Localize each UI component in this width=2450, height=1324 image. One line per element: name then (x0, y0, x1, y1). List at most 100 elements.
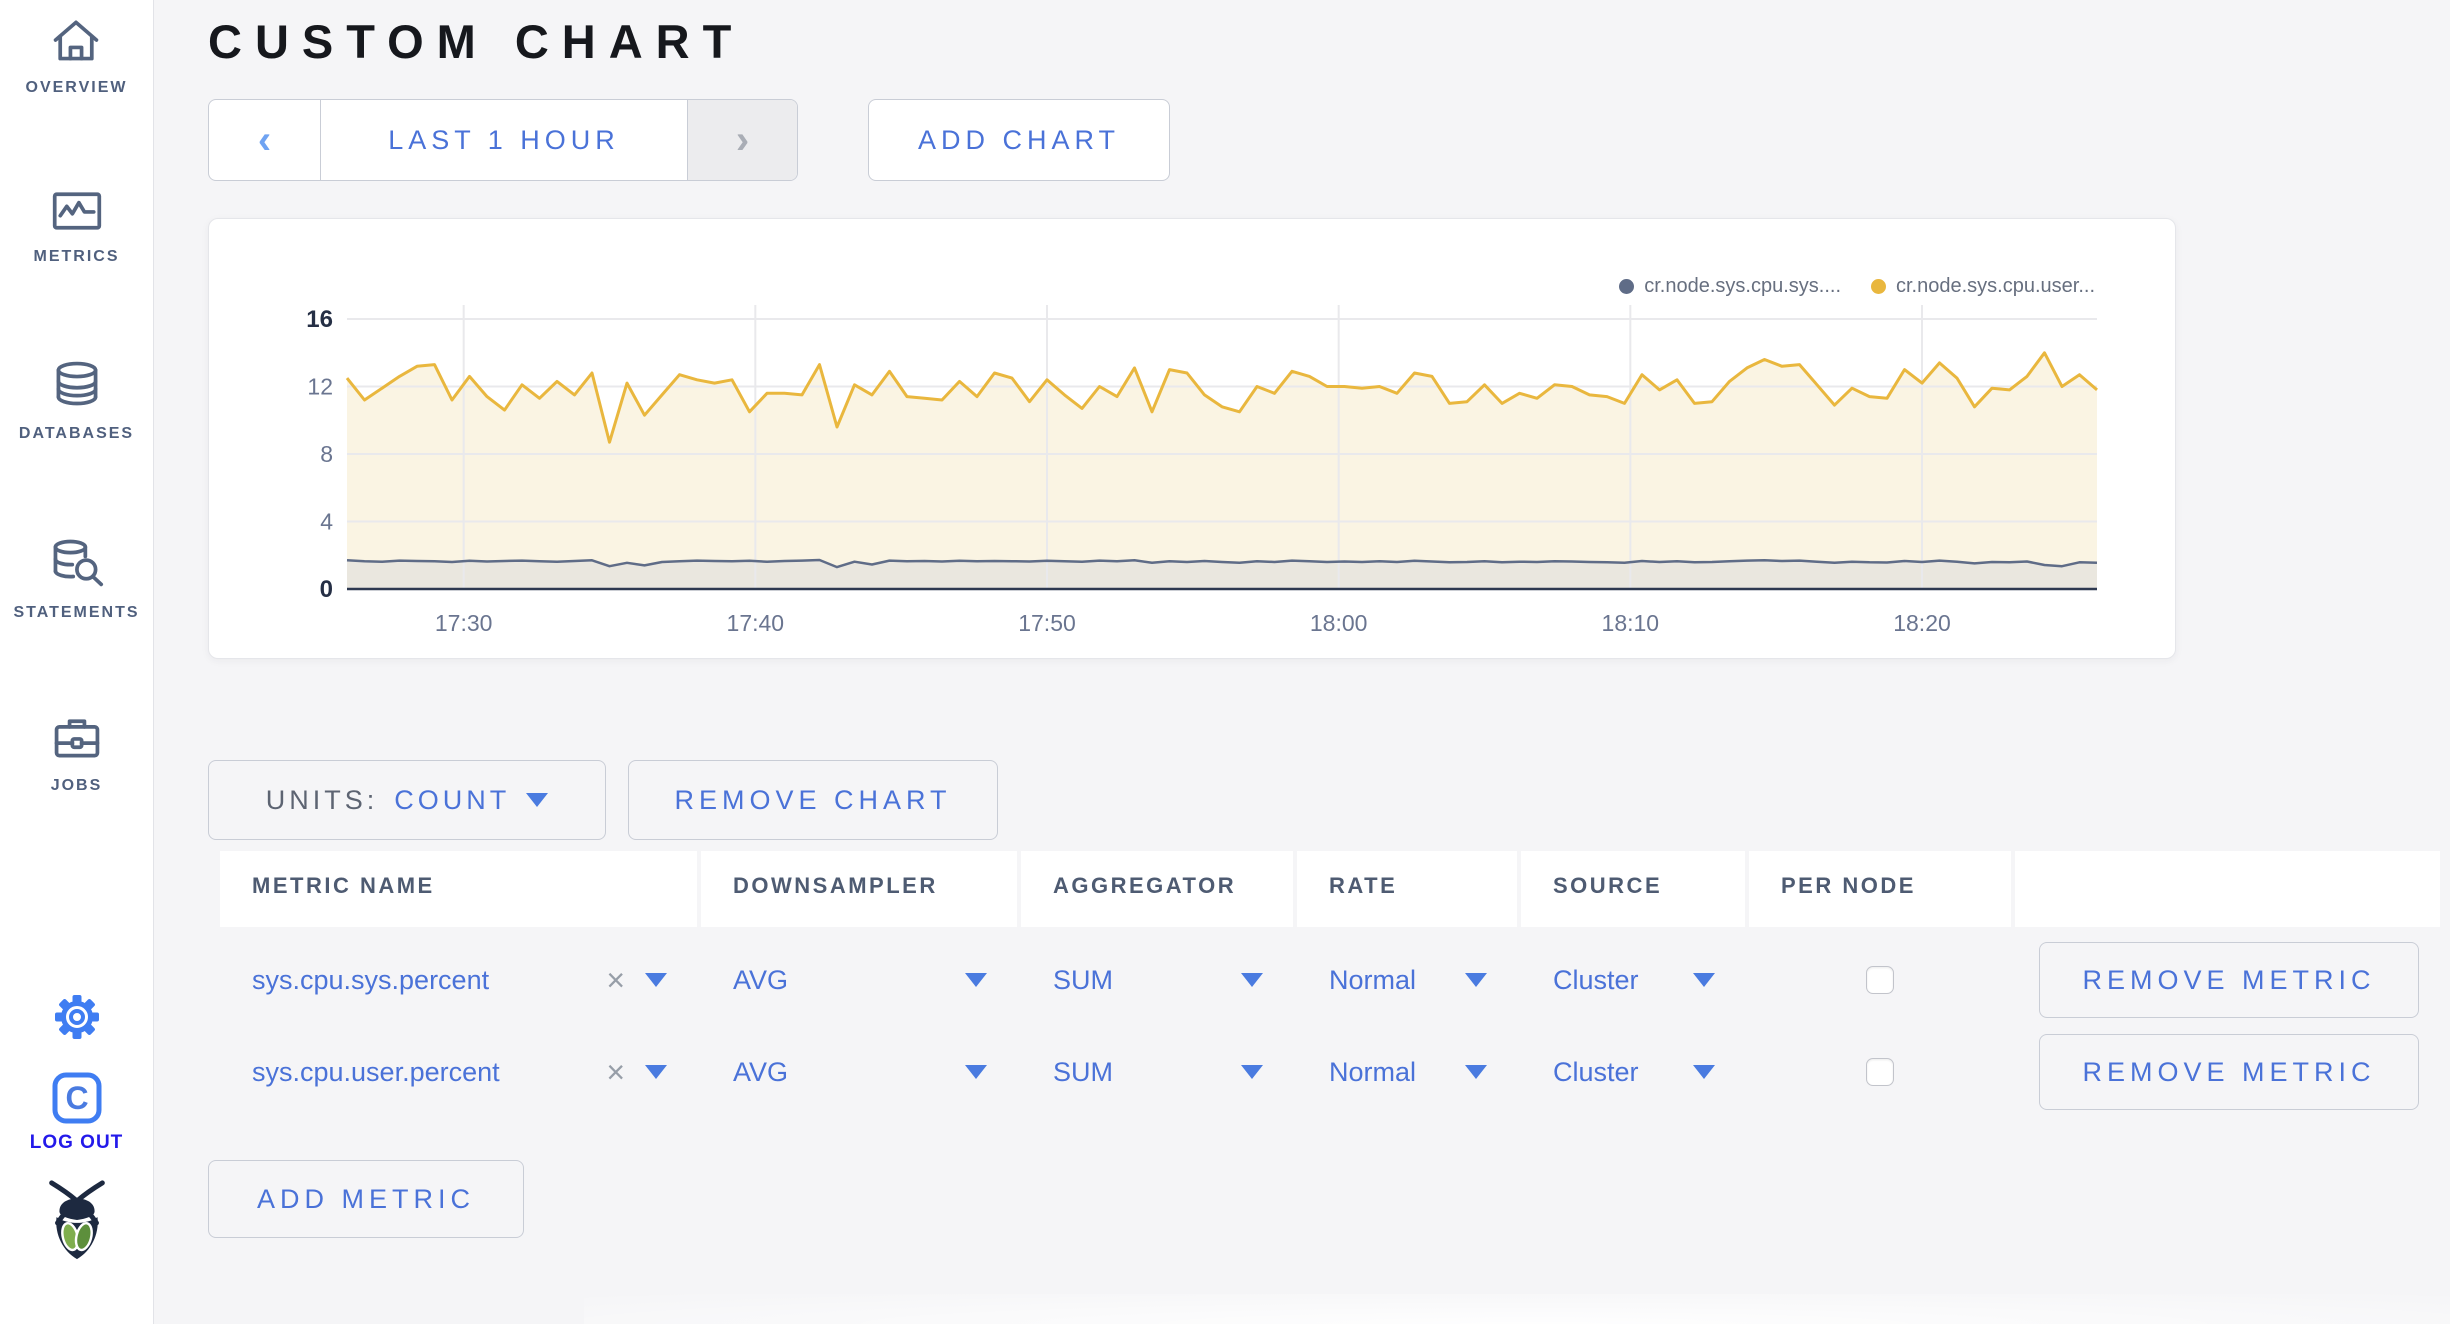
sidebar-item-label: STATEMENTS (13, 604, 140, 621)
chevron-right-icon: › (735, 118, 750, 162)
chevron-down-icon (645, 973, 667, 987)
actions-cell: REMOVE METRIC (2015, 1032, 2440, 1112)
chevron-down-icon (1465, 1065, 1487, 1079)
units-value: COUNT (394, 784, 511, 815)
column-header-downsampler: DOWNSAMPLER (701, 851, 1017, 927)
source-value: Cluster (1553, 1056, 1639, 1087)
logout-button[interactable]: C LOG OUT (30, 1072, 124, 1154)
metrics-table: METRIC NAME DOWNSAMPLER AGGREGATOR RATE … (220, 851, 2440, 1112)
home-icon (54, 20, 99, 61)
legend-item-user[interactable]: cr.node.sys.cpu.user... (1871, 275, 2095, 298)
chevron-down-icon (965, 973, 987, 987)
x-tick-label: 18:00 (1310, 610, 1368, 636)
chevron-down-icon (526, 793, 549, 807)
sidebar: OVERVIEW METRICS DATABASES STATEMENTS JO… (0, 0, 154, 1324)
source-value: Cluster (1553, 964, 1639, 995)
logout-label: LOG OUT (29, 1132, 124, 1153)
chart-legend: cr.node.sys.cpu.sys.... cr.node.sys.cpu.… (1619, 275, 2095, 298)
metrics-table-body: sys.cpu.sys.percent × AVG SUM Normal Clu… (220, 940, 2440, 1112)
remove-metric-button[interactable]: REMOVE METRIC (2039, 942, 2419, 1018)
downsampler-select[interactable]: AVG (701, 1032, 1017, 1112)
per-node-checkbox[interactable] (1866, 966, 1894, 994)
aggregator-select[interactable]: SUM (1021, 1032, 1293, 1112)
chevron-down-icon (1241, 1065, 1263, 1079)
legend-dot-icon (1871, 279, 1886, 294)
time-range-selector: ‹ LAST 1 HOUR › (208, 99, 798, 181)
aggregator-value: SUM (1053, 964, 1113, 995)
cockroach-bug-icon (48, 1180, 105, 1260)
time-range-next-button[interactable]: › (687, 100, 797, 180)
legend-label: cr.node.sys.cpu.user... (1896, 275, 2095, 297)
x-tick-label: 18:10 (1602, 610, 1660, 636)
add-chart-button[interactable]: ADD CHART (868, 99, 1170, 181)
downsampler-select[interactable]: AVG (701, 940, 1017, 1020)
sidebar-item-jobs[interactable]: JOBS (51, 714, 103, 795)
y-tick-label: 16 (306, 306, 333, 333)
chevron-down-icon (1693, 1065, 1715, 1079)
time-range-prev-button[interactable]: ‹ (209, 100, 321, 180)
metric-name-value: sys.cpu.user.percent (252, 1056, 500, 1087)
aggregator-select[interactable]: SUM (1021, 940, 1293, 1020)
settings-button[interactable] (51, 991, 103, 1048)
cockroachdb-logo (39, 1178, 115, 1267)
time-range-dropdown[interactable]: LAST 1 HOUR (321, 100, 687, 180)
rate-value: Normal (1329, 1056, 1417, 1087)
column-header-metric-name: METRIC NAME (220, 851, 697, 927)
remove-chart-button[interactable]: REMOVE CHART (628, 760, 998, 840)
sidebar-item-label: OVERVIEW (25, 79, 128, 96)
app-root: OVERVIEW METRICS DATABASES STATEMENTS JO… (0, 0, 2450, 1324)
metric-name-value: sys.cpu.sys.percent (252, 964, 490, 995)
gear-icon (54, 995, 99, 1039)
metric-name-select[interactable]: sys.cpu.sys.percent × (220, 940, 697, 1020)
sidebar-item-label: DATABASES (18, 425, 135, 442)
per-node-cell (1749, 940, 2011, 1020)
sidebar-item-statements[interactable]: STATEMENTS (13, 535, 139, 622)
y-tick-label: 12 (307, 374, 333, 400)
y-tick-label: 0 (320, 576, 333, 603)
chart-card: cr.node.sys.cpu.sys.... cr.node.sys.cpu.… (208, 218, 2176, 659)
table-row: sys.cpu.user.percent × AVG SUM Normal Cl… (220, 1032, 2440, 1112)
jobs-icon (54, 719, 99, 758)
y-tick-label: 8 (320, 441, 333, 467)
legend-label: cr.node.sys.cpu.sys.... (1644, 275, 1841, 297)
chevron-down-icon (1465, 973, 1487, 987)
legend-dot-icon (1619, 279, 1635, 294)
sidebar-item-metrics[interactable]: METRICS (34, 189, 120, 266)
databases-icon (56, 361, 97, 406)
source-select[interactable]: Cluster (1521, 940, 1745, 1020)
sidebar-item-label: METRICS (33, 248, 120, 265)
sidebar-item-databases[interactable]: DATABASES (19, 358, 134, 443)
series-area-user (347, 352, 2097, 589)
remove-metric-button[interactable]: REMOVE METRIC (2039, 1034, 2419, 1110)
table-row: sys.cpu.sys.percent × AVG SUM Normal Clu… (220, 940, 2440, 1020)
units-dropdown[interactable]: UNITS: COUNT (208, 760, 606, 840)
y-tick-label: 4 (320, 509, 333, 535)
rate-select[interactable]: Normal (1297, 1032, 1517, 1112)
metrics-table-header: METRIC NAME DOWNSAMPLER AGGREGATOR RATE … (220, 851, 2440, 927)
sidebar-item-overview[interactable]: OVERVIEW (26, 16, 128, 97)
units-label: UNITS: (265, 784, 379, 815)
sidebar-item-label: JOBS (50, 777, 103, 794)
chevron-down-icon (1241, 973, 1263, 987)
per-node-cell (1749, 1032, 2011, 1112)
aggregator-value: SUM (1053, 1056, 1113, 1087)
main-content: CUSTOM CHART ‹ LAST 1 HOUR › ADD CHART c… (154, 0, 2450, 1324)
source-select[interactable]: Cluster (1521, 1032, 1745, 1112)
rate-value: Normal (1329, 964, 1417, 995)
svg-text:C: C (65, 1080, 88, 1116)
downsampler-value: AVG (733, 964, 789, 995)
chart-controls-row: UNITS: COUNT REMOVE CHART (208, 760, 2450, 840)
downsampler-value: AVG (733, 1056, 789, 1087)
chevron-down-icon (965, 1065, 987, 1079)
x-tick-label: 17:40 (727, 610, 785, 636)
column-header-per-node: PER NODE (1749, 851, 2011, 927)
x-tick-label: 18:20 (1893, 610, 1951, 636)
metric-name-select[interactable]: sys.cpu.user.percent × (220, 1032, 697, 1112)
column-header-rate: RATE (1297, 851, 1517, 927)
legend-item-sys[interactable]: cr.node.sys.cpu.sys.... (1619, 275, 1841, 298)
clear-metric-icon[interactable]: × (606, 1054, 625, 1091)
add-metric-button[interactable]: ADD METRIC (208, 1160, 524, 1238)
rate-select[interactable]: Normal (1297, 940, 1517, 1020)
per-node-checkbox[interactable] (1866, 1058, 1894, 1086)
clear-metric-icon[interactable]: × (606, 962, 625, 999)
